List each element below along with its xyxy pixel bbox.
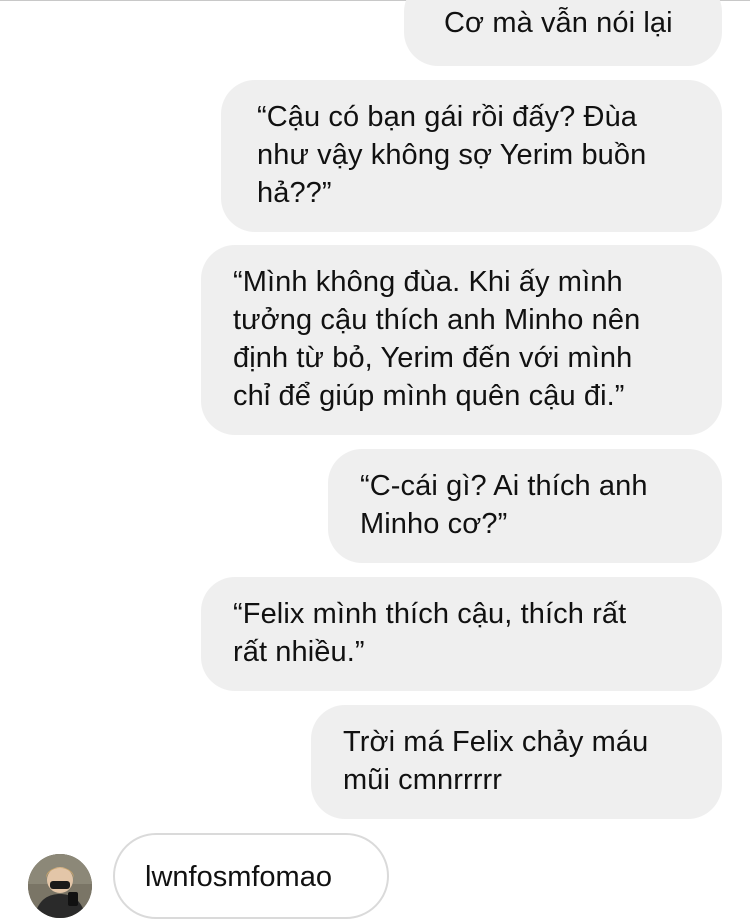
outgoing-message-bubble[interactable]: “C-cái gì? Ai thích anh Minho cơ?” <box>328 449 722 563</box>
avatar-photo-icon <box>28 854 92 918</box>
outgoing-message-bubble[interactable]: “Mình không đùa. Khi ấy mình tưởng cậu t… <box>201 245 722 435</box>
user-avatar-icon[interactable] <box>28 854 92 918</box>
outgoing-message-bubble[interactable]: Cơ mà vẫn nói lại <box>404 0 722 66</box>
outgoing-message-bubble[interactable]: Trời má Felix chảy máu mũi cmnrrrrr <box>311 705 722 819</box>
outgoing-message-bubble[interactable]: “Cậu có bạn gái rồi đấy? Đùa như vậy khô… <box>221 80 722 232</box>
incoming-message-bubble[interactable]: lwnfosmfomao <box>113 833 389 919</box>
outgoing-message-bubble[interactable]: “Felix mình thích cậu, thích rất rất nhi… <box>201 577 722 691</box>
